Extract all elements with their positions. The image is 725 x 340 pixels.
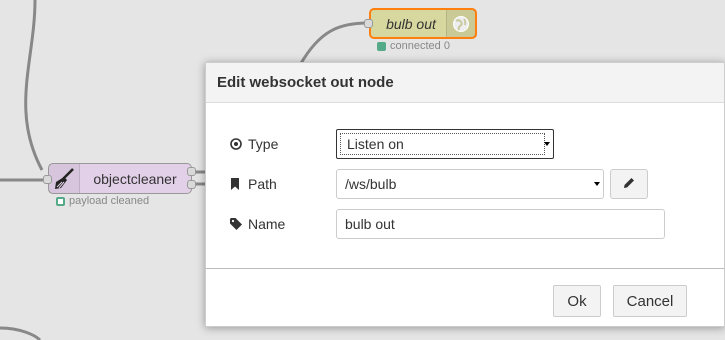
dialog-footer: Ok Cancel: [206, 269, 724, 327]
edit-node-dialog: Edit websocket out node Type Listen on P…: [205, 62, 725, 327]
node-label: objectcleaner: [93, 171, 177, 187]
objectcleaner-node[interactable]: objectcleaner: [48, 163, 192, 194]
broom-icon: [49, 164, 80, 193]
status-text: connected 0: [390, 40, 450, 52]
type-label-text: Type: [248, 136, 279, 152]
name-label-text: Name: [248, 216, 286, 232]
node-label: bulb out: [386, 16, 436, 32]
pencil-icon: [623, 176, 635, 192]
bookmark-icon: [230, 178, 244, 190]
path-select[interactable]: /ws/bulb: [336, 169, 604, 199]
path-select-value: /ws/bulb: [345, 176, 397, 192]
output-port-2[interactable]: [187, 180, 196, 189]
status-dot: [56, 196, 65, 206]
name-input[interactable]: bulb out: [336, 209, 665, 239]
dialog-title: Edit websocket out node: [206, 63, 724, 103]
websocket-out-node[interactable]: bulb out: [369, 8, 477, 39]
name-row: Name bulb out: [230, 209, 665, 239]
name-label: Name: [230, 216, 336, 232]
path-label: Path: [230, 176, 336, 192]
output-port-1[interactable]: [187, 167, 196, 176]
type-select[interactable]: Listen on: [336, 129, 554, 159]
wire-bottom-left: [0, 326, 42, 340]
bulb-node-status: connected 0: [377, 40, 450, 52]
type-row: Type Listen on: [230, 129, 554, 159]
cancel-button[interactable]: Cancel: [613, 285, 687, 317]
chevron-down-icon: [544, 142, 550, 146]
tag-icon: [230, 218, 244, 230]
status-dot: [377, 41, 386, 51]
input-port[interactable]: [364, 19, 373, 28]
dot-circle-icon: [230, 138, 244, 150]
wire-into-bulb: [298, 21, 369, 66]
input-port[interactable]: [43, 175, 52, 184]
path-row: Path /ws/bulb: [230, 169, 648, 199]
wire-top-left: [24, 0, 44, 171]
type-label: Type: [230, 136, 336, 152]
path-label-text: Path: [248, 176, 277, 192]
cleaner-node-status: payload cleaned: [56, 195, 149, 207]
type-select-value: Listen on: [340, 133, 545, 155]
chevron-down-icon: [594, 182, 600, 186]
status-text: payload cleaned: [69, 195, 150, 207]
ok-button[interactable]: Ok: [553, 285, 601, 317]
edit-path-button[interactable]: [610, 169, 648, 199]
dialog-body: Type Listen on Path /ws/bulb Name bulb o…: [206, 103, 724, 269]
globe-icon: [446, 10, 475, 37]
